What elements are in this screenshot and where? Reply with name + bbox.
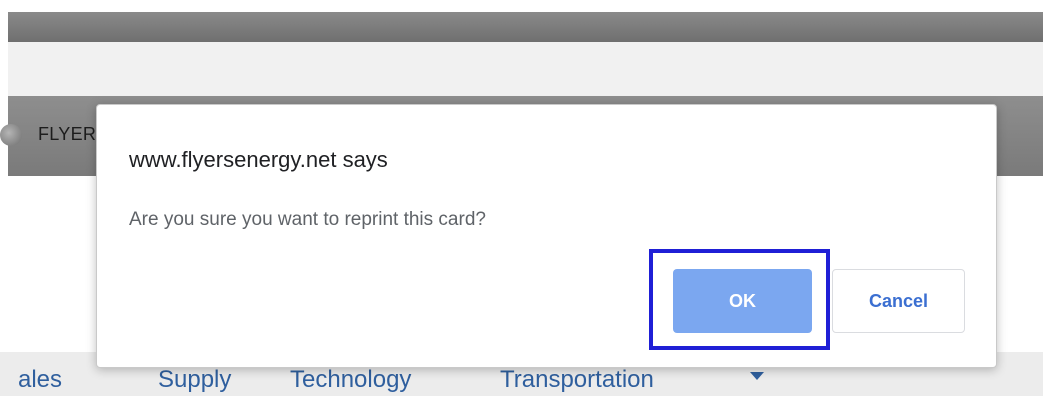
cancel-button[interactable]: Cancel xyxy=(832,269,965,333)
nav-item-supply[interactable]: Supply xyxy=(158,366,231,394)
dialog-message: Are you sure you want to reprint this ca… xyxy=(129,209,486,230)
window-top-strip xyxy=(0,0,1043,12)
confirm-dialog: www.flyersenergy.net says Are you sure y… xyxy=(96,104,997,368)
browser-title-bar xyxy=(8,12,1043,42)
address-bar-area xyxy=(8,42,1043,96)
nav-item-transportation[interactable]: Transportation xyxy=(500,366,654,394)
brand-text: FLYER xyxy=(38,124,97,144)
brand-logo-icon xyxy=(0,124,22,146)
ok-button[interactable]: OK xyxy=(673,269,812,333)
nav-item-sales[interactable]: ales xyxy=(18,366,62,394)
chevron-down-icon[interactable] xyxy=(750,372,764,380)
dialog-title: www.flyersenergy.net says xyxy=(129,147,388,172)
nav-item-technology[interactable]: Technology xyxy=(290,366,411,394)
